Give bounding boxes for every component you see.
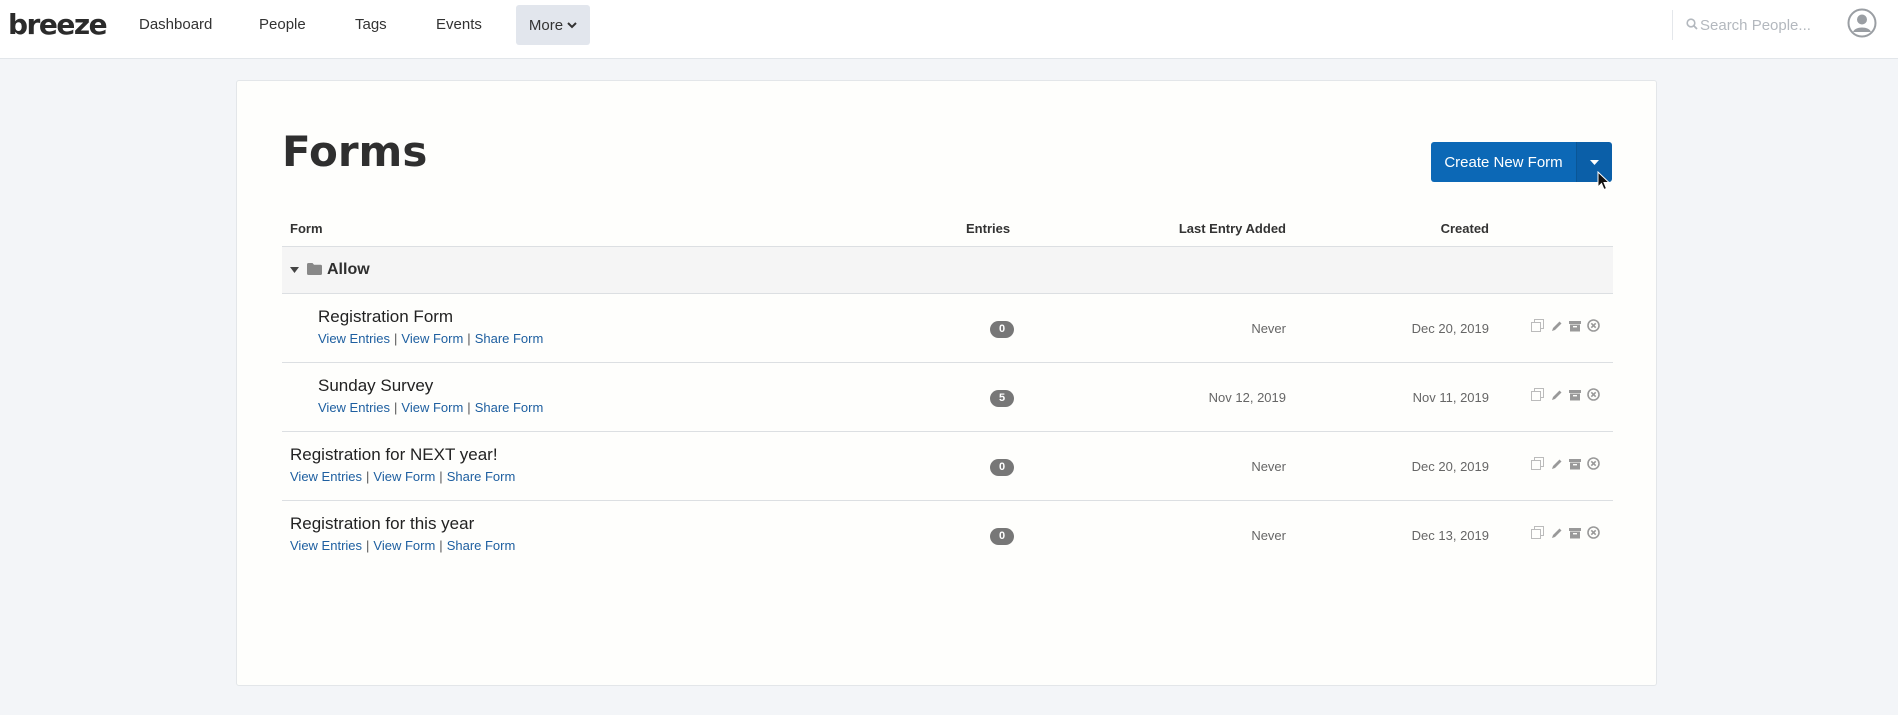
created-date: Nov 11, 2019	[1412, 390, 1489, 405]
mouse-cursor-icon	[1597, 171, 1611, 191]
create-form-button-group: Create New Form	[1431, 142, 1612, 182]
entries-count-badge: 0	[990, 528, 1014, 545]
form-name[interactable]: Registration for this year	[290, 514, 474, 534]
nav-more-dropdown[interactable]: More	[516, 5, 590, 45]
archive-icon[interactable]	[1569, 526, 1581, 544]
pencil-icon[interactable]	[1551, 526, 1563, 544]
user-avatar-icon[interactable]	[1847, 8, 1877, 38]
archive-icon[interactable]	[1569, 388, 1581, 406]
copy-icon[interactable]	[1531, 457, 1544, 475]
delete-circle-icon[interactable]	[1587, 457, 1600, 475]
entries-count-badge: 5	[990, 390, 1014, 407]
share-form-link[interactable]: Share Form	[447, 469, 516, 484]
view-entries-link[interactable]: View Entries	[290, 538, 362, 553]
breeze-logo[interactable]: breeze	[8, 8, 108, 41]
search-people-input[interactable]	[1700, 14, 1830, 36]
form-links: View Entries | View Form | Share Form	[290, 469, 516, 484]
archive-icon[interactable]	[1569, 457, 1581, 475]
view-form-link[interactable]: View Form	[373, 538, 435, 553]
last-entry-date: Nov 12, 2019	[1208, 390, 1286, 405]
last-entry-date: Never	[1251, 528, 1286, 543]
chevron-down-icon	[567, 22, 577, 29]
folder-row-allow[interactable]: Allow	[282, 247, 1613, 294]
form-name[interactable]: Registration for NEXT year!	[290, 445, 498, 465]
delete-circle-icon[interactable]	[1587, 388, 1600, 406]
share-form-link[interactable]: Share Form	[475, 331, 544, 346]
entries-count-badge: 0	[990, 321, 1014, 338]
view-entries-link[interactable]: View Entries	[318, 400, 390, 415]
table-row: Registration for NEXT year! View Entries…	[282, 432, 1613, 501]
nav-events[interactable]: Events	[436, 16, 482, 33]
search-icon	[1686, 18, 1698, 30]
pencil-icon[interactable]	[1551, 457, 1563, 475]
copy-icon[interactable]	[1531, 319, 1544, 337]
created-date: Dec 20, 2019	[1411, 459, 1489, 474]
table-row: Registration for this year View Entries |…	[282, 501, 1613, 570]
view-entries-link[interactable]: View Entries	[290, 469, 362, 484]
created-date: Dec 13, 2019	[1411, 528, 1489, 543]
header-entries[interactable]: Entries	[966, 221, 1010, 236]
pencil-icon[interactable]	[1551, 388, 1563, 406]
nav-dashboard[interactable]: Dashboard	[139, 16, 212, 33]
form-links: View Entries | View Form | Share Form	[290, 538, 516, 553]
search-box[interactable]	[1684, 14, 1834, 36]
form-name[interactable]: Sunday Survey	[318, 376, 433, 396]
copy-icon[interactable]	[1531, 526, 1544, 544]
page-title: Forms	[282, 127, 428, 176]
created-date: Dec 20, 2019	[1411, 321, 1489, 336]
view-form-link[interactable]: View Form	[401, 331, 463, 346]
view-form-link[interactable]: View Form	[401, 400, 463, 415]
form-links: View Entries | View Form | Share Form	[318, 331, 544, 346]
forms-table: Form Entries Last Entry Added Created Al…	[282, 211, 1613, 570]
form-links: View Entries | View Form | Share Form	[318, 400, 544, 415]
table-header: Form Entries Last Entry Added Created	[282, 211, 1613, 247]
form-name[interactable]: Registration Form	[318, 307, 453, 327]
create-new-form-button[interactable]: Create New Form	[1431, 142, 1576, 182]
view-entries-link[interactable]: View Entries	[318, 331, 390, 346]
pencil-icon[interactable]	[1551, 319, 1563, 337]
copy-icon[interactable]	[1531, 388, 1544, 406]
delete-circle-icon[interactable]	[1587, 319, 1600, 337]
last-entry-date: Never	[1251, 459, 1286, 474]
last-entry-date: Never	[1251, 321, 1286, 336]
table-row: Registration Form View Entries | View Form…	[282, 294, 1613, 363]
delete-circle-icon[interactable]	[1587, 526, 1600, 544]
header-form[interactable]: Form	[290, 221, 323, 236]
header-created[interactable]: Created	[1441, 221, 1489, 236]
table-row: Sunday Survey View Entries | View Form | Sha…	[282, 363, 1613, 432]
folder-icon	[307, 263, 322, 275]
share-form-link[interactable]: Share Form	[475, 400, 544, 415]
nav-tags[interactable]: Tags	[355, 16, 387, 33]
archive-icon[interactable]	[1569, 319, 1581, 337]
nav-more-label: More	[528, 16, 564, 34]
folder-name: Allow	[327, 261, 370, 278]
nav-divider	[1672, 10, 1673, 40]
share-form-link[interactable]: Share Form	[447, 538, 516, 553]
caret-down-icon[interactable]	[290, 267, 299, 273]
top-navigation: breeze Dashboard People Tags Events More	[0, 0, 1898, 59]
caret-down-icon	[1590, 159, 1599, 165]
header-last-entry[interactable]: Last Entry Added	[1179, 221, 1286, 236]
nav-people[interactable]: People	[259, 16, 306, 33]
entries-count-badge: 0	[990, 459, 1014, 476]
forms-card: Forms Create New Form Form Entries Last …	[236, 80, 1657, 686]
view-form-link[interactable]: View Form	[373, 469, 435, 484]
